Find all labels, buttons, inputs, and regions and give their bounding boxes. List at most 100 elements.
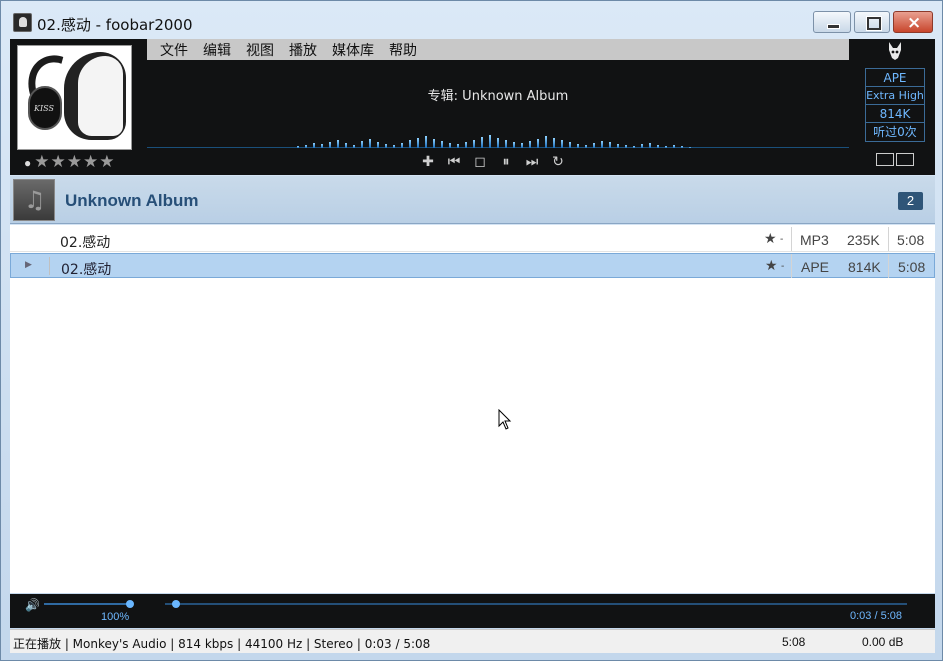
stop-icon[interactable]: ◻	[472, 154, 488, 170]
status-replaygain: 0.00 dB	[862, 635, 904, 649]
previous-icon[interactable]: ⏮	[446, 154, 462, 170]
album-cover[interactable]: KISS	[17, 45, 132, 150]
album-info-text: 专辑: Unknown Album	[427, 89, 569, 104]
track-codec: MP3	[800, 232, 829, 248]
spectrum-bar	[641, 144, 643, 148]
menu-view[interactable]: 视图	[246, 40, 274, 60]
spectrum-bar	[521, 143, 523, 148]
group-album-art: ♫	[13, 179, 55, 221]
track-title: 02.感动	[60, 235, 111, 251]
now-playing-indicator-icon: ▶	[25, 259, 32, 269]
spectrum-bar	[441, 141, 443, 148]
spectrum-bar	[369, 139, 371, 148]
spectrum-bar	[681, 146, 683, 148]
group-title: Unknown Album	[65, 191, 199, 210]
close-button[interactable]: ×	[893, 11, 933, 33]
track-bitrate: 235K	[847, 232, 880, 248]
column-divider	[888, 254, 889, 278]
close-icon: ×	[907, 13, 922, 33]
playlist-view[interactable]: 02.感动 ★ - MP3 235K 5:08 ▶ 02.感动 ★ - APE …	[10, 225, 935, 593]
spectrum-bar	[553, 138, 555, 148]
detail-view-icon[interactable]	[896, 153, 914, 166]
spectrum-bar	[529, 141, 531, 148]
status-track-length: 5:08	[782, 635, 806, 649]
seek-time-label: 0:03 / 5:08	[850, 610, 902, 622]
track-length: 5:08	[897, 232, 925, 248]
spectrum-bar	[657, 145, 659, 148]
row-rating-value: -	[781, 261, 785, 272]
spectrum-bar	[401, 143, 403, 148]
info-profile: Extra High	[866, 87, 924, 105]
table-row[interactable]: 02.感动 ★ - MP3 235K 5:08	[10, 227, 935, 252]
minimize-button[interactable]	[813, 11, 851, 33]
mouse-cursor-icon	[498, 409, 512, 430]
maximize-button[interactable]	[854, 11, 890, 33]
spectrum-bar	[385, 144, 387, 148]
seek-bar[interactable]	[165, 603, 907, 605]
add-icon[interactable]: ✚	[420, 154, 436, 170]
foobar-logo-icon[interactable]	[885, 41, 905, 61]
spectrum-bar	[433, 139, 435, 148]
title-bar[interactable]: 02.感动 - foobar2000 ×	[1, 1, 942, 39]
volume-label: 100%	[101, 611, 130, 623]
spectrum-bar	[673, 145, 675, 148]
now-playing-panel: KISS ● ★★★★★ 文件 编辑 视图 播放 媒体库 帮助 专辑: Unkno…	[10, 39, 935, 175]
rating-reset-icon[interactable]: ●	[24, 156, 32, 170]
menu-edit[interactable]: 编辑	[203, 40, 231, 60]
spectrum-bar	[617, 144, 619, 148]
track-info-box: APE Extra High 814K 听过0次	[865, 68, 925, 142]
spectrum-bar	[465, 142, 467, 148]
table-row-selected[interactable]: ▶ 02.感动 ★ - APE 814K 5:08	[10, 253, 935, 278]
info-codec: APE	[866, 69, 924, 87]
spectrum-bar	[633, 146, 635, 148]
menu-help[interactable]: 帮助	[389, 40, 417, 60]
spectrum-bar	[569, 142, 571, 148]
pause-icon[interactable]: ⏸	[498, 154, 514, 170]
spectrum-bar	[585, 145, 587, 148]
row-rating-star-icon[interactable]: ★	[764, 230, 777, 247]
spectrum-bar	[497, 138, 499, 148]
spectrum-bar	[577, 144, 579, 148]
menu-library[interactable]: 媒体库	[332, 40, 374, 60]
info-play-count: 听过0次	[873, 125, 917, 139]
spectrum-bar	[489, 135, 491, 148]
list-view-icon[interactable]	[876, 153, 894, 166]
volume-slider-handle[interactable]	[126, 600, 134, 608]
spectrum-bar	[361, 141, 363, 148]
track-bitrate: 814K	[848, 259, 881, 275]
layout-switcher	[876, 153, 914, 167]
track-rating[interactable]: ● ★★★★★	[24, 153, 115, 172]
album-group-header[interactable]: ♫ Unknown Album 2	[10, 176, 935, 224]
spectrum-bar	[601, 141, 603, 148]
spectrum-bar	[537, 139, 539, 148]
app-window: 02.感动 - foobar2000 × KISS ● ★★★★★ 文件 编辑 视…	[0, 0, 943, 661]
spectrum-bar	[377, 142, 379, 148]
music-note-icon: ♫	[24, 186, 46, 214]
spectrum-bar	[481, 137, 483, 148]
repeat-icon[interactable]: ↻	[550, 154, 566, 170]
column-divider	[49, 257, 50, 275]
spectrum-bar	[545, 136, 547, 148]
spectrum-bar	[313, 143, 315, 148]
row-rating-star-icon[interactable]: ★	[765, 257, 778, 274]
menu-playback[interactable]: 播放	[289, 40, 317, 60]
window-title: 02.感动 - foobar2000	[37, 16, 193, 34]
spectrum-bar	[457, 144, 459, 148]
menu-file[interactable]: 文件	[160, 40, 188, 60]
info-bitrate: 814K	[866, 105, 924, 123]
volume-slider[interactable]	[44, 603, 130, 605]
spectrum-bar	[393, 145, 395, 148]
group-track-count: 2	[898, 192, 923, 210]
column-divider	[791, 227, 792, 251]
seek-bar-handle[interactable]	[172, 600, 181, 608]
volume-icon[interactable]: 🔊	[25, 598, 40, 612]
track-length: 5:08	[898, 259, 926, 275]
next-icon[interactable]: ⏭	[524, 154, 540, 170]
spectrum-bar	[593, 143, 595, 148]
foobar-app-icon[interactable]	[13, 13, 32, 32]
cover-logo-text: KISS	[34, 104, 54, 113]
spectrum-bar	[449, 143, 451, 148]
status-bar: 正在播放 | Monkey's Audio | 814 kbps | 44100…	[10, 629, 935, 653]
rating-stars[interactable]: ★★★★★	[34, 152, 115, 171]
column-divider	[888, 227, 889, 251]
